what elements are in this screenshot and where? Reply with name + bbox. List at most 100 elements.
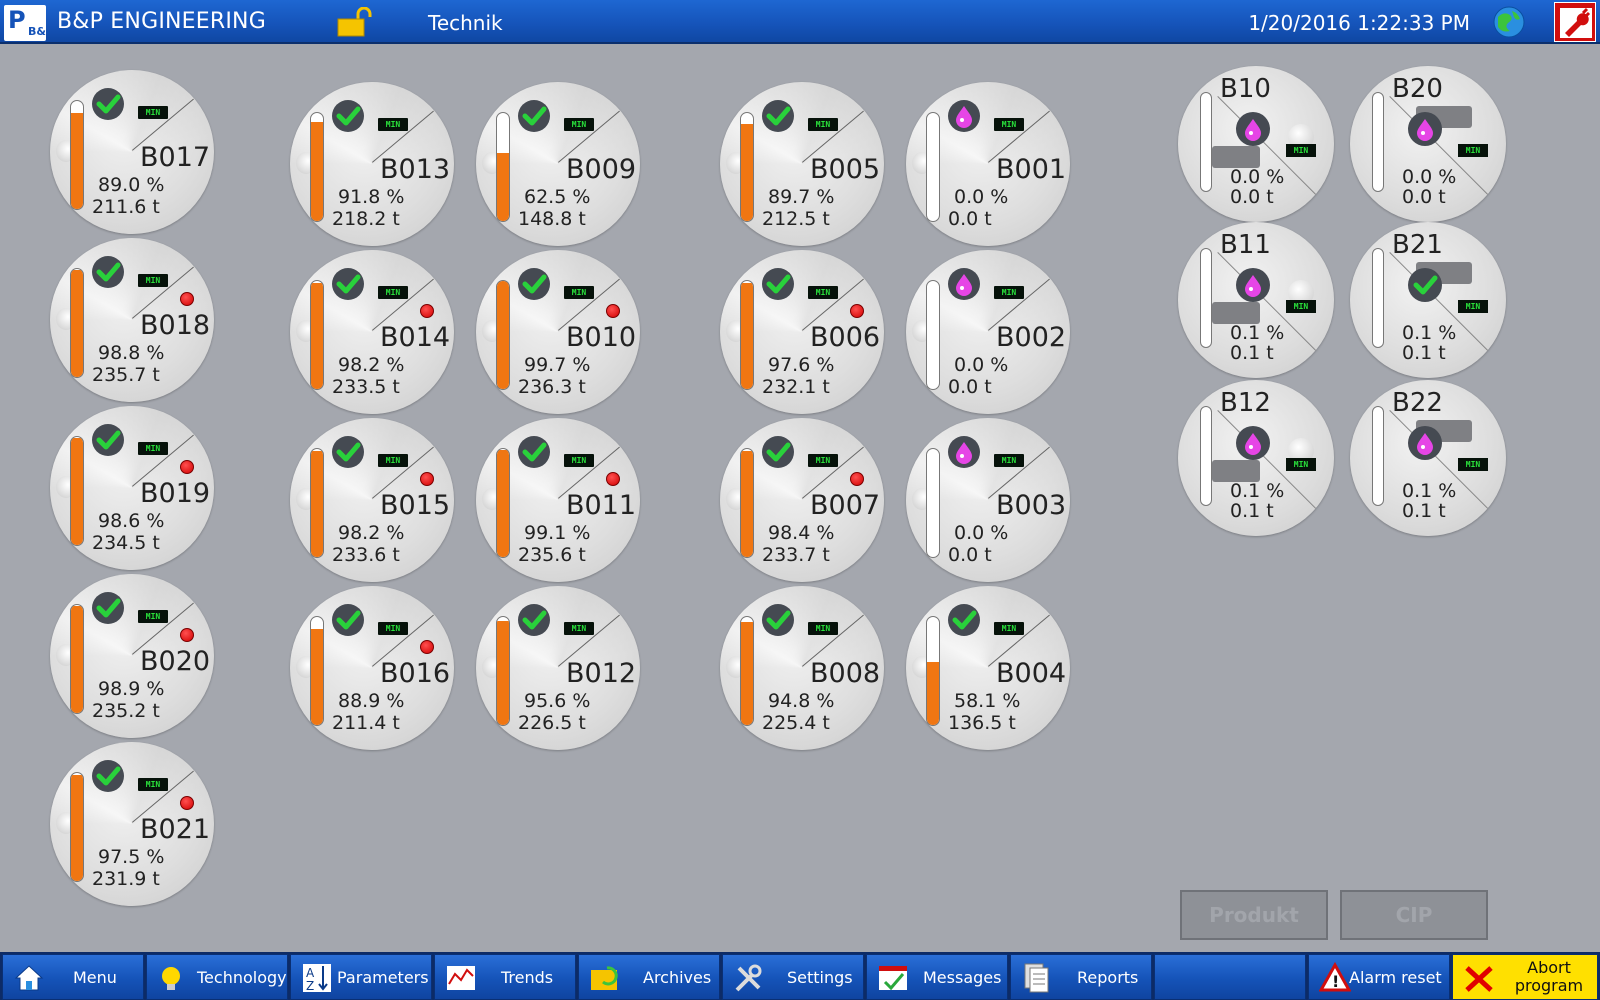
product-drop-icon [948, 436, 980, 468]
check-icon [1408, 268, 1442, 302]
tank-gauge[interactable]: MIN B006 97.6 % 232.1 t [720, 250, 884, 414]
messages-button[interactable]: Messages [866, 954, 1008, 1000]
alarm-reset-label: Alarm reset [1349, 968, 1442, 987]
tank-name: B012 [566, 658, 637, 689]
tank-gauge[interactable]: MIN B020 98.9 % 235.2 t [50, 574, 214, 738]
level-bar [70, 268, 84, 378]
level-fill [71, 775, 83, 881]
alarm-reset-button[interactable]: ! Alarm reset [1308, 954, 1450, 1000]
tank-gauge[interactable]: MIN B003 0.0 % 0.0 t [906, 418, 1070, 582]
check-icon [92, 256, 124, 288]
tank-name: B001 [996, 154, 1067, 185]
min-indicator: MIN [378, 118, 408, 131]
min-indicator: MIN [994, 454, 1024, 467]
min-indicator: MIN [994, 622, 1024, 635]
tank-gauge[interactable]: MIN B016 88.9 % 211.4 t [290, 586, 454, 750]
warning-icon: ! [1319, 962, 1351, 992]
tank-gauge[interactable]: MIN B015 98.2 % 233.6 t [290, 418, 454, 582]
abort-program-label: Abort program [1507, 959, 1591, 999]
silo-gauge[interactable]: MIN B10 0.0 % 0.0 t [1178, 66, 1334, 222]
tank-gauge[interactable]: MIN B005 89.7 % 212.5 t [720, 82, 884, 246]
alarm-dot [180, 460, 194, 474]
tank-gauge[interactable]: MIN B017 89.0 % 211.6 t [50, 70, 214, 234]
min-indicator: MIN [564, 286, 594, 299]
product-drop-icon [1236, 112, 1270, 146]
parameters-button[interactable]: AZ Parameters [290, 954, 432, 1000]
tank-percent: 98.2 % [338, 354, 405, 376]
footer-nav: Menu Technology AZ Parameters Trends Arc… [0, 952, 1600, 1000]
tank-gauge[interactable]: MIN B001 0.0 % 0.0 t [906, 82, 1070, 246]
silo-gauge[interactable]: MIN B21 0.1 % 0.1 t [1350, 222, 1506, 378]
tank-gauge[interactable]: MIN B004 58.1 % 136.5 t [906, 586, 1070, 750]
tank-gauge[interactable]: MIN B019 98.6 % 234.5 t [50, 406, 214, 570]
silo-name: B20 [1392, 74, 1443, 104]
tank-gauge[interactable]: MIN B008 94.8 % 225.4 t [720, 586, 884, 750]
tank-name: B016 [380, 658, 451, 689]
silo-gauge[interactable]: MIN B11 0.1 % 0.1 t [1178, 222, 1334, 378]
level-bar [496, 112, 510, 222]
silo-gauge[interactable]: MIN B12 0.1 % 0.1 t [1178, 380, 1334, 536]
tank-name: B020 [140, 646, 211, 677]
tank-percent: 0.0 % [954, 186, 1009, 208]
tank-gauge[interactable]: MIN B007 98.4 % 233.7 t [720, 418, 884, 582]
product-drop-icon [1408, 112, 1442, 146]
technology-button[interactable]: Technology [146, 954, 288, 1000]
svg-text:A: A [306, 966, 315, 980]
min-indicator: MIN [1458, 458, 1488, 471]
tank-tonnage: 236.3 t [518, 376, 586, 398]
tank-tonnage: 233.6 t [332, 544, 400, 566]
tank-percent: 89.0 % [98, 174, 165, 196]
tank-tonnage: 235.2 t [92, 700, 160, 722]
min-indicator: MIN [1286, 300, 1316, 313]
lock-open-icon[interactable] [336, 6, 376, 37]
level-fill [71, 438, 83, 545]
globe-icon[interactable] [1492, 5, 1526, 39]
silo-percent: 0.0 % [1230, 166, 1285, 188]
tank-gauge[interactable]: MIN B021 97.5 % 231.9 t [50, 742, 214, 906]
alarm-dot [180, 628, 194, 642]
tank-tonnage: 235.7 t [92, 364, 160, 386]
silo-name: B22 [1392, 388, 1443, 418]
level-bar [1372, 406, 1384, 506]
tank-gauge[interactable]: MIN B009 62.5 % 148.8 t [476, 82, 640, 246]
tank-name: B019 [140, 478, 211, 509]
tank-gauge[interactable]: MIN B012 95.6 % 226.5 t [476, 586, 640, 750]
level-bar [926, 112, 940, 222]
cip-button[interactable]: CIP [1340, 890, 1488, 940]
tank-name: B014 [380, 322, 451, 353]
check-icon [92, 424, 124, 456]
tank-percent: 62.5 % [524, 186, 591, 208]
level-fill [311, 451, 323, 557]
reports-button[interactable]: Reports [1010, 954, 1152, 1000]
tank-gauge[interactable]: MIN B002 0.0 % 0.0 t [906, 250, 1070, 414]
abort-program-button[interactable]: Abort program [1452, 954, 1598, 1000]
silo-gauge[interactable]: MIN B22 0.1 % 0.1 t [1350, 380, 1506, 536]
menu-button[interactable]: Menu [2, 954, 144, 1000]
tank-gauge[interactable]: MIN B010 99.7 % 236.3 t [476, 250, 640, 414]
blank-nav-button[interactable] [1154, 954, 1306, 1000]
alarm-dot [180, 796, 194, 810]
min-indicator: MIN [138, 106, 168, 119]
tank-name: B011 [566, 490, 637, 521]
level-fill [311, 628, 323, 725]
trends-button[interactable]: Trends [434, 954, 576, 1000]
tank-percent: 98.6 % [98, 510, 165, 532]
check-icon [762, 436, 794, 468]
min-indicator: MIN [564, 454, 594, 467]
archives-label: Archives [643, 968, 712, 987]
tank-gauge[interactable]: MIN B011 99.1 % 235.6 t [476, 418, 640, 582]
tank-gauge[interactable]: MIN B018 98.8 % 235.7 t [50, 238, 214, 402]
settings-button[interactable]: Settings [722, 954, 864, 1000]
silo-name: B10 [1220, 74, 1271, 104]
tank-gauge[interactable]: MIN B014 98.2 % 233.5 t [290, 250, 454, 414]
tank-percent: 58.1 % [954, 690, 1021, 712]
product-drop-icon [1236, 426, 1270, 460]
tank-tonnage: 218.2 t [332, 208, 400, 230]
tank-gauge[interactable]: MIN B013 91.8 % 218.2 t [290, 82, 454, 246]
tank-name: B021 [140, 814, 211, 845]
wrench-icon[interactable] [1554, 2, 1596, 42]
archives-button[interactable]: Archives [578, 954, 720, 1000]
check-icon [332, 100, 364, 132]
produkt-button[interactable]: Produkt [1180, 890, 1328, 940]
silo-gauge[interactable]: MIN B20 0.0 % 0.0 t [1350, 66, 1506, 222]
